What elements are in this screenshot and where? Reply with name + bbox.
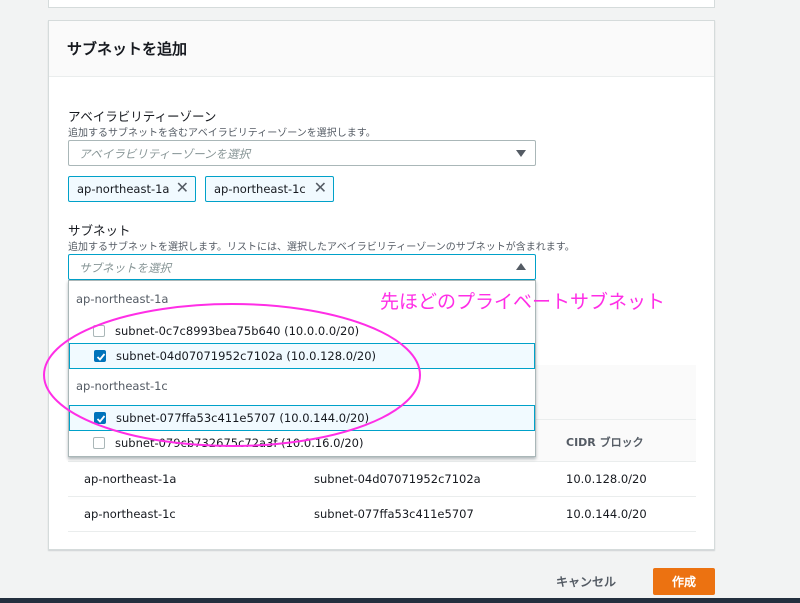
table-row: ap-northeast-1a subnet-04d07071952c7102a… (68, 462, 696, 497)
td-subnet: subnet-077ffa53c411e5707 (314, 507, 474, 521)
subnet-option-label: subnet-077ffa53c411e5707 (10.0.144.0/20) (116, 411, 370, 425)
az-token-label: ap-northeast-1a (77, 182, 170, 196)
caret-up-icon (516, 263, 526, 270)
annotation-text: 先ほどのプライベートサブネット (380, 291, 666, 313)
subnet-label: サブネット (68, 223, 131, 238)
td-cidr: 10.0.128.0/20 (566, 472, 647, 486)
az-token-1a: ap-northeast-1a ✕ (68, 176, 196, 202)
table-row: ap-northeast-1c subnet-077ffa53c411e5707… (68, 497, 696, 532)
panel-title: サブネットを追加 (49, 21, 714, 77)
th-cidr: CIDR ブロック (566, 436, 644, 449)
subnet-option-selected[interactable]: subnet-077ffa53c411e5707 (10.0.144.0/20) (69, 405, 535, 431)
az-token-1c: ap-northeast-1c ✕ (205, 176, 334, 202)
subnet-option-label: subnet-079cb732675c72a3f (10.0.16.0/20) (115, 436, 364, 450)
check-icon (96, 353, 106, 361)
subnet-select-placeholder: サブネットを選択 (79, 261, 171, 275)
remove-icon[interactable]: ✕ (314, 180, 327, 196)
subnet-option-label: subnet-0c7c8993bea75b640 (10.0.0.0/20) (115, 324, 360, 338)
subnet-option[interactable]: subnet-0c7c8993bea75b640 (10.0.0.0/20) (69, 319, 535, 345)
az-token-label: ap-northeast-1c (214, 182, 306, 196)
group-label-1a: ap-northeast-1a (76, 292, 169, 306)
td-az: ap-northeast-1a (84, 472, 177, 486)
caret-down-icon (516, 150, 526, 157)
td-az: ap-northeast-1c (84, 507, 176, 521)
checkbox-checked[interactable] (94, 350, 106, 362)
az-label: アベイラビリティーゾーン (68, 109, 217, 124)
previous-panel (48, 0, 715, 8)
subnet-option-selected[interactable]: subnet-04d07071952c7102a (10.0.128.0/20) (69, 343, 535, 369)
subnet-select[interactable]: サブネットを選択 (68, 254, 536, 280)
td-subnet: subnet-04d07071952c7102a (314, 472, 481, 486)
az-description: 追加するサブネットを含むアベイラビリティーゾーンを選択します。 (68, 128, 376, 139)
az-select[interactable]: アベイラビリティーゾーンを選択 (68, 140, 536, 166)
subnet-option-label: subnet-04d07071952c7102a (10.0.128.0/20) (116, 349, 377, 363)
checkbox[interactable] (93, 437, 105, 449)
subnet-option[interactable]: subnet-079cb732675c72a3f (10.0.16.0/20) (69, 431, 535, 457)
create-button[interactable]: 作成 (653, 568, 715, 595)
remove-icon[interactable]: ✕ (176, 180, 189, 196)
bottom-bar (0, 598, 800, 603)
az-select-placeholder: アベイラビリティーゾーンを選択 (79, 147, 251, 161)
checkbox-checked[interactable] (94, 412, 106, 424)
checkbox[interactable] (93, 325, 105, 337)
group-label-1c: ap-northeast-1c (76, 379, 168, 393)
td-cidr: 10.0.144.0/20 (566, 507, 647, 521)
cancel-button[interactable]: キャンセル (556, 570, 616, 592)
subnet-description: 追加するサブネットを選択します。リストには、選択したアベイラビリティーゾーンのサ… (68, 242, 575, 253)
check-icon (96, 415, 106, 423)
